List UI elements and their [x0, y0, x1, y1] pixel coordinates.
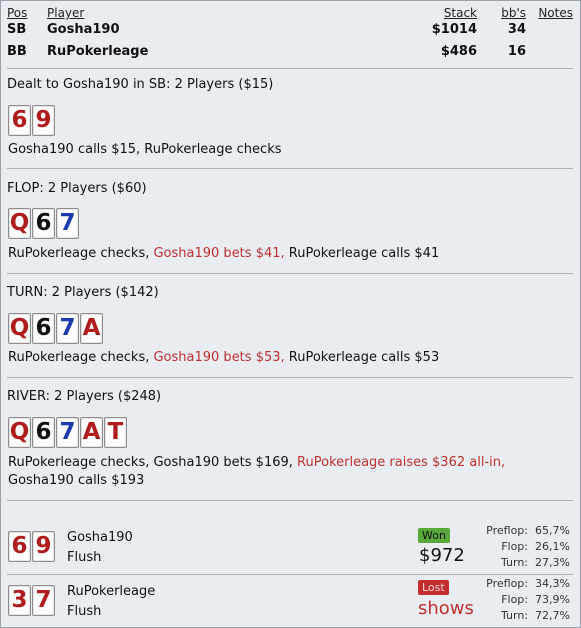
playing-card: T [104, 417, 127, 448]
stat-value: 27,3% [535, 556, 570, 569]
river-action: RuPokerleage checks, Gosha190 bets $169,… [8, 454, 568, 490]
divider [7, 168, 573, 169]
player-bb: 34 [507, 22, 526, 37]
stat-label: Turn: [500, 556, 528, 569]
action-bet-highlight: Gosha190 bets $41, [153, 246, 285, 261]
result-hand: Flush [67, 550, 102, 565]
stat-label: Turn: [500, 609, 528, 622]
col-header-pos[interactable]: Pos [7, 6, 27, 20]
result-player-name: RuPokerleage [67, 584, 156, 599]
stat-value: 26,1% [535, 540, 570, 553]
action-text: RuPokerleage checks, [8, 350, 154, 365]
turn-cards: Q67A [8, 313, 103, 344]
playing-card: 3 [8, 585, 31, 616]
playing-card: 7 [32, 585, 55, 616]
player-pos: BB [7, 44, 27, 59]
action-text: Gosha190 calls $193 [8, 473, 145, 488]
flop-action: RuPokerleage checks, Gosha190 bets $41, … [8, 245, 568, 263]
stat-row: Preflop: 65,7% [460, 523, 570, 539]
playing-card: 7 [56, 208, 79, 239]
action-bet-highlight: Gosha190 bets $53, [153, 350, 285, 365]
divider [7, 273, 573, 274]
stat-label: Preflop: [486, 524, 528, 537]
player-name: RuPokerleage [47, 44, 149, 59]
equity-stats: Preflop: 65,7% Flop: 26,1% Turn: 27,3% [460, 523, 570, 571]
action-text: RuPokerleage calls $41 [284, 246, 440, 261]
col-header-notes[interactable]: Notes [538, 6, 573, 20]
river-cards: Q67AT [8, 417, 127, 448]
playing-card: 6 [32, 208, 55, 239]
playing-card: 6 [32, 313, 55, 344]
flop-title: FLOP: 2 Players ($60) [7, 181, 147, 196]
stat-row: Flop: 26,1% [460, 539, 570, 555]
stat-row: Flop: 73,9% [460, 592, 570, 608]
col-header-player[interactable]: Player [47, 6, 84, 20]
river-title: RIVER: 2 Players ($248) [7, 389, 162, 404]
playing-card: 6 [8, 105, 31, 136]
stat-label: Preflop: [486, 577, 528, 590]
playing-card: 6 [8, 531, 31, 562]
stat-row: Turn: 72,7% [460, 608, 570, 624]
result-player: RuPokerleage Flush [67, 582, 155, 622]
stat-row: Preflop: 34,3% [460, 576, 570, 592]
result-player: Gosha190 Flush [67, 528, 133, 568]
action-text: RuPokerleage checks, [8, 246, 154, 261]
playing-card: A [80, 313, 103, 344]
result-hand: Flush [67, 604, 102, 619]
playing-card: Q [8, 313, 31, 344]
playing-card: 7 [56, 313, 79, 344]
lost-badge: Lost [418, 580, 449, 595]
col-header-stack[interactable]: Stack [444, 6, 477, 20]
player-stack: $1014 [431, 22, 477, 37]
equity-stats: Preflop: 34,3% Flop: 73,9% Turn: 72,7% [460, 576, 570, 624]
stat-label: Flop: [501, 593, 528, 606]
playing-card: 6 [32, 417, 55, 448]
player-stack: $486 [440, 44, 477, 59]
hole-cards: 69 [8, 105, 55, 136]
showdown-cards: 69 [8, 531, 55, 562]
turn-action: RuPokerleage checks, Gosha190 bets $53, … [8, 349, 568, 367]
preflop-title: Dealt to Gosha190 in SB: 2 Players ($15) [7, 77, 274, 92]
playing-card: Q [8, 208, 31, 239]
stat-value: 34,3% [535, 577, 570, 590]
stat-value: 73,9% [535, 593, 570, 606]
showdown-cards: 37 [8, 585, 55, 616]
stat-value: 65,7% [535, 524, 570, 537]
action-text: RuPokerleage calls $53 [284, 350, 440, 365]
result-player-name: Gosha190 [67, 530, 133, 545]
playing-card: 7 [56, 417, 79, 448]
playing-card: A [80, 417, 103, 448]
divider [7, 68, 573, 69]
player-bb: 16 [507, 44, 526, 59]
player-name: Gosha190 [47, 22, 120, 37]
stat-label: Flop: [501, 540, 528, 553]
divider [7, 500, 573, 501]
stat-value: 72,7% [535, 609, 570, 622]
turn-title: TURN: 2 Players ($142) [7, 285, 159, 300]
playing-card: Q [8, 417, 31, 448]
action-raise-highlight: RuPokerleage raises $362 all-in, [297, 455, 506, 470]
playing-card: 9 [32, 531, 55, 562]
col-header-bb[interactable]: bb's [501, 6, 526, 20]
flop-cards: Q67 [8, 208, 79, 239]
won-badge: Won [418, 528, 450, 543]
divider [7, 574, 573, 575]
preflop-action: Gosha190 calls $15, RuPokerleage checks [8, 142, 282, 157]
action-text: RuPokerleage checks, Gosha190 bets $169, [8, 455, 298, 470]
divider [7, 377, 573, 378]
stat-row: Turn: 27,3% [460, 555, 570, 571]
won-amount: $972 [419, 545, 465, 566]
player-pos: SB [7, 22, 27, 37]
playing-card: 9 [32, 105, 55, 136]
